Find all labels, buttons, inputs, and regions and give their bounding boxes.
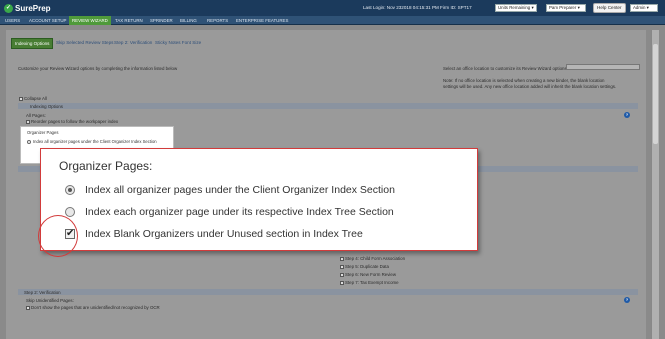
step-4-option[interactable]: Step 4: Child Form Association: [340, 256, 405, 261]
skip-unidentified-label: Skip Unidentified Pages:: [26, 298, 74, 303]
radio-unselected-icon[interactable]: [65, 206, 75, 217]
indexing-options-title: Indexing Options: [30, 103, 63, 109]
main-nav: USERS ACCOUNT SETUP REVIEW WIZARD TAX RE…: [0, 16, 665, 25]
collapse-all-link[interactable]: Collapse All: [19, 96, 47, 101]
option-index-each-label: Index each organizer page under its resp…: [85, 205, 394, 218]
subtab-sticky-notes[interactable]: Sticky Notes Font Size: [155, 40, 201, 45]
step-7-checkbox[interactable]: [340, 280, 344, 285]
note-line-1: Note: If no office location is selected …: [443, 78, 605, 83]
option-index-all-label: Index all organizer pages under the Clie…: [85, 183, 395, 196]
step-7-option[interactable]: Step 7: Tax Exempt Income: [340, 280, 399, 285]
logo-check-icon: ✓: [4, 3, 13, 13]
top-bar: ✓ SurePrep Last Login: Nov 232018 04:15:…: [0, 0, 665, 16]
step-5-checkbox[interactable]: [340, 264, 344, 269]
option-index-blank-organizers[interactable]: ✔ Index Blank Organizers under Unused se…: [65, 227, 363, 240]
nav-account-setup[interactable]: ACCOUNT SETUP: [29, 18, 67, 23]
option-index-all-organizer[interactable]: Index all organizer pages under the Clie…: [65, 183, 395, 196]
dont-show-option[interactable]: Don't show the pages that are unidentifi…: [26, 305, 160, 310]
organizer-pages-callout: Organizer Pages: Index all organizer pag…: [40, 148, 478, 251]
step-5-option[interactable]: Step 5: Duplicate Data: [340, 264, 389, 269]
help-icon-verification[interactable]: ?: [624, 297, 630, 303]
mini-organizer-title: Organizer Pages: [27, 130, 59, 135]
subtab-indexing-options[interactable]: Indexing Options: [11, 38, 54, 49]
admin-select[interactable]: Admin ▾: [630, 4, 658, 12]
reorder-pages-checkbox[interactable]: [26, 119, 30, 124]
help-icon[interactable]: ?: [624, 112, 630, 118]
option-index-each-organizer[interactable]: Index each organizer page under its resp…: [65, 205, 394, 218]
radio-selected-icon[interactable]: [65, 184, 75, 195]
all-pages-label: All Pages:: [26, 113, 46, 118]
nav-reports[interactable]: REPORTS: [207, 18, 228, 23]
nav-tax-return[interactable]: TAX RETURN: [115, 18, 143, 23]
scrollbar-thumb[interactable]: [653, 44, 658, 144]
units-remaining-select[interactable]: Units Remaining ▾: [495, 4, 537, 12]
nav-sprinder[interactable]: SPRINDER: [150, 18, 173, 23]
step-4-checkbox[interactable]: [340, 256, 344, 261]
last-login-text: Last Login: Nov 232018 04:15:31 PM: [363, 5, 439, 10]
nav-users[interactable]: USERS: [5, 18, 20, 23]
reorder-pages-option[interactable]: Reorder pages to follow the workpaper in…: [26, 119, 118, 124]
subtab-verification[interactable]: Step 2: Verification: [114, 40, 152, 45]
highlight-circle-annotation: [38, 215, 78, 257]
page-scrollbar[interactable]: [651, 30, 659, 339]
nav-review-wizard[interactable]: REVIEW WIZARD: [69, 16, 111, 25]
indexing-options-header[interactable]: [18, 103, 638, 109]
option-index-blank-label: Index Blank Organizers under Unused sect…: [85, 227, 363, 240]
office-location-select[interactable]: [566, 64, 640, 70]
verification-title: Step 2: Verification: [24, 289, 61, 295]
mini-option-index-all[interactable]: Index all organizer pages under the Clie…: [27, 139, 157, 144]
step-6-option[interactable]: Step 6: New Form Review: [340, 272, 396, 277]
user-select[interactable]: Pam Preparer ▾: [546, 4, 586, 12]
note-line-2: settings will be used. Any new office lo…: [443, 84, 617, 89]
app-window: ✓ SurePrep Last Login: Nov 232018 04:15:…: [0, 0, 665, 339]
verification-header[interactable]: [18, 289, 638, 295]
help-center-button[interactable]: Help Center: [593, 3, 626, 13]
logo-text: SurePrep: [15, 3, 51, 13]
nav-billing[interactable]: BILLING: [180, 18, 197, 23]
office-location-label: Select an office location to customize i…: [443, 66, 568, 71]
mini-radio-icon[interactable]: [27, 139, 31, 144]
firm-id-text: Firm ID: SPT17: [440, 5, 472, 10]
nav-enterprise-features[interactable]: ENTERPRISE FEATURES: [236, 18, 288, 23]
sureprep-logo[interactable]: ✓ SurePrep: [4, 3, 51, 13]
callout-title: Organizer Pages:: [59, 159, 153, 173]
dont-show-checkbox[interactable]: [26, 305, 30, 310]
intro-text: Customize your Review Wizard options by …: [18, 66, 178, 71]
step-6-checkbox[interactable]: [340, 272, 344, 277]
subtab-skip-steps[interactable]: Skip Selected Review Steps: [56, 40, 113, 45]
collapse-all-checkbox[interactable]: [19, 96, 23, 101]
